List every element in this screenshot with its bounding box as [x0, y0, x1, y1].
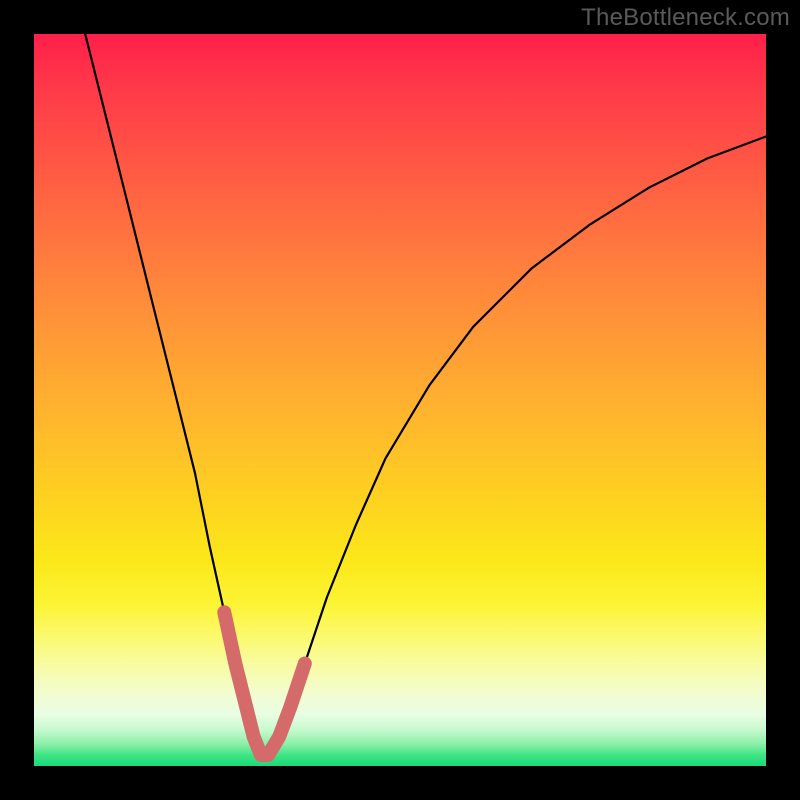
trough-highlight	[224, 612, 304, 755]
chart-frame: TheBottleneck.com	[0, 0, 800, 800]
curve-layer	[34, 34, 766, 766]
plot-area	[34, 34, 766, 766]
watermark-text: TheBottleneck.com	[581, 4, 790, 32]
bottleneck-curve	[85, 34, 766, 755]
